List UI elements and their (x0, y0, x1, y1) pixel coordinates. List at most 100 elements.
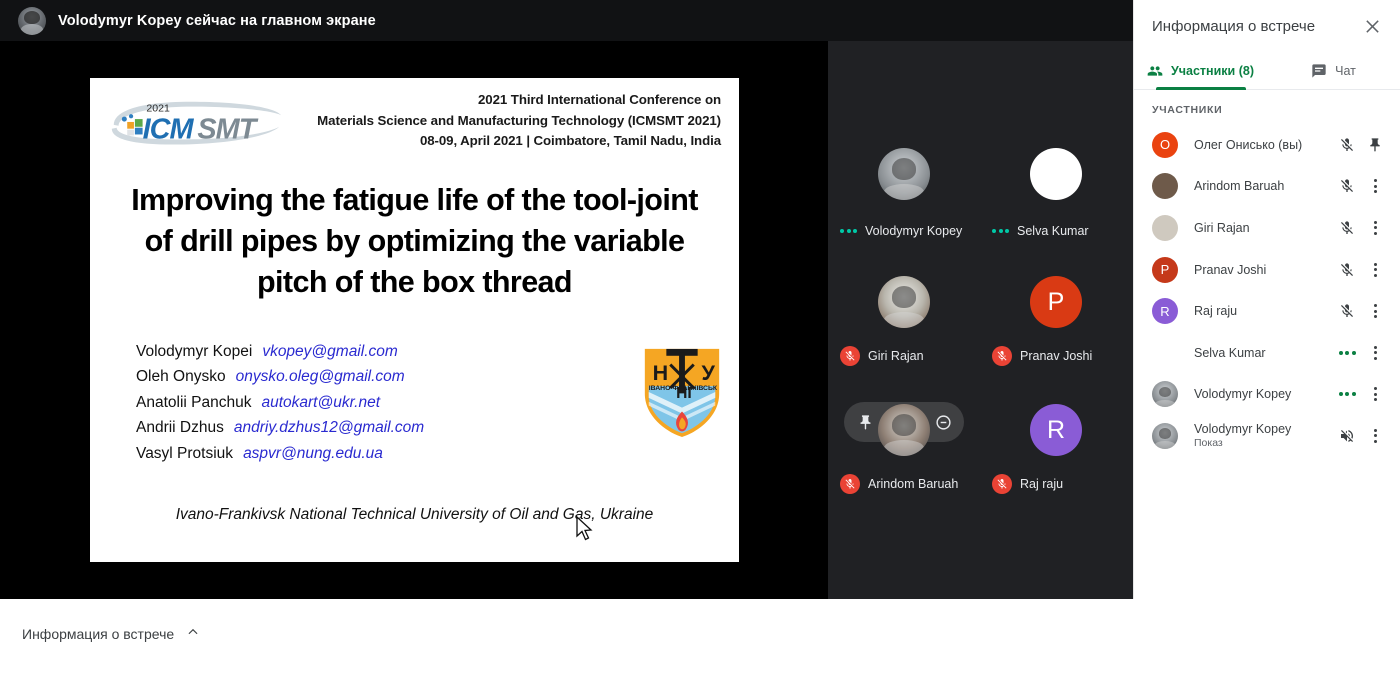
university-logo: Н У НГ ІВАНО-ФРАНКІВСЬК (637, 339, 729, 444)
tile-name-row: Raj raju (992, 474, 1063, 494)
participant-row[interactable]: Volodymyr Kopey (1134, 374, 1400, 416)
chevron-up-icon (186, 625, 200, 642)
participant-row[interactable]: Giri Rajan (1134, 207, 1400, 249)
author-email: vkopey@gmail.com (262, 343, 397, 360)
more-options-icon[interactable] (1362, 221, 1388, 235)
participant-name: Pranav Joshi (1178, 263, 1332, 277)
author-email: andriy.dzhus12@gmail.com (234, 419, 424, 436)
video-tile[interactable]: Volodymyr Kopey (828, 136, 980, 264)
video-tiles: Volodymyr Kopey Selva Kumar Giri Rajan P (828, 136, 1133, 520)
participant-avatar (1152, 381, 1178, 407)
video-tile[interactable]: Arindom Baruah (828, 392, 980, 520)
conference-line-3: 08-09, April 2021 | Coimbatore, Tamil Na… (289, 131, 721, 152)
speaker-off-icon[interactable] (1332, 428, 1362, 444)
tile-name: Pranav Joshi (1020, 349, 1092, 363)
video-tile[interactable]: P Pranav Joshi (980, 264, 1132, 392)
close-icon[interactable] (1358, 12, 1386, 40)
author-name: Andrii Dzhus (136, 419, 224, 436)
mic-off-icon[interactable] (1332, 137, 1362, 153)
video-tile[interactable]: Giri Rajan (828, 264, 980, 392)
participant-row[interactable]: Arindom Baruah (1134, 166, 1400, 208)
participant-avatar (1152, 340, 1178, 366)
icmsmt-logo: 2021 ICM SMT (104, 90, 289, 151)
mic-off-icon (840, 474, 860, 494)
tile-name-row: Volodymyr Kopey (840, 224, 962, 238)
participant-name: Volodymyr Kopey Показ (1178, 422, 1332, 450)
more-options-icon[interactable] (1362, 387, 1388, 401)
svg-text:ICM: ICM (143, 113, 195, 145)
participant-avatar: P (1152, 257, 1178, 283)
tab-participants[interactable]: Участники (8) (1134, 52, 1267, 89)
conference-line-2: Materials Science and Manufacturing Tech… (289, 111, 721, 132)
active-tab-indicator (1156, 87, 1246, 90)
tile-name: Giri Rajan (868, 349, 924, 363)
mic-off-icon[interactable] (1332, 262, 1362, 278)
participant-avatar: R (1152, 298, 1178, 324)
pin-icon[interactable] (1362, 137, 1388, 153)
speaking-indicator-icon (840, 229, 857, 233)
speaking-indicator-icon (1332, 392, 1362, 396)
more-options-icon[interactable] (1362, 346, 1388, 360)
pin-icon[interactable] (852, 409, 878, 435)
mic-off-icon[interactable] (1332, 220, 1362, 236)
more-options-icon[interactable] (1362, 429, 1388, 443)
slide-header: 2021 ICM SMT 2021 Third International Co… (90, 78, 739, 152)
speaking-indicator-icon (1332, 351, 1362, 355)
participant-name: Олег Онисько (вы) (1178, 138, 1332, 152)
participant-avatar: O (1152, 132, 1178, 158)
author-email: onysko.oleg@gmail.com (236, 368, 405, 385)
tile-name-row: Giri Rajan (840, 346, 924, 366)
video-tile[interactable]: Selva Kumar (980, 136, 1132, 264)
participant-row[interactable]: Selva Kumar (1134, 332, 1400, 374)
more-options-icon[interactable] (1362, 263, 1388, 277)
participant-name: Giri Rajan (1178, 221, 1332, 235)
sidebar-header: Информация о встрече (1134, 0, 1400, 52)
participant-avatar (1152, 173, 1178, 199)
meeting-info-label: Информация о встрече (22, 626, 174, 642)
slide-title-line-2: of drill pipes by optimizing the variabl… (96, 221, 733, 262)
author-entry: Oleh Onyskoonysko.oleg@gmail.com (136, 364, 637, 390)
participant-list: O Олег Онисько (вы) Arindom Baruah Giri … (1134, 124, 1400, 457)
tile-name-row: Pranav Joshi (992, 346, 1092, 366)
participant-row[interactable]: R Raj raju (1134, 290, 1400, 332)
people-icon (1147, 63, 1163, 79)
participant-name: Selva Kumar (1178, 346, 1332, 360)
meeting-details-sidebar: Информация о встрече Участники (8) Чат У… (1133, 0, 1400, 673)
shared-slide[interactable]: 2021 ICM SMT 2021 Third International Co… (90, 78, 739, 562)
participant-row[interactable]: P Pranav Joshi (1134, 249, 1400, 291)
presenting-announce-bar: Volodymyr Kopey сейчас на главном экране (0, 0, 1133, 41)
presenter-avatar (18, 7, 46, 35)
mic-off-icon (992, 346, 1012, 366)
tab-participants-label: Участники (8) (1171, 64, 1254, 78)
author-name: Volodymyr Kopei (136, 343, 252, 360)
svg-text:ІВАНО-ФРАНКІВСЬК: ІВАНО-ФРАНКІВСЬК (649, 385, 718, 392)
sidebar-title: Информация о встрече (1152, 18, 1358, 35)
tile-avatar (878, 404, 930, 456)
slide-title-line-3: pitch of the box thread (96, 262, 733, 303)
author-name: Vasyl Protsiuk (136, 445, 233, 462)
conference-line-1: 2021 Third International Conference on (289, 90, 721, 111)
participant-avatar (1152, 215, 1178, 241)
author-entry: Volodymyr Kopei vkopey@gmail.com (136, 339, 637, 365)
svg-text:Н: Н (653, 361, 669, 385)
video-tile[interactable]: R Raj raju (980, 392, 1132, 520)
meeting-info-button[interactable]: Информация о встрече (22, 625, 200, 642)
mic-off-icon[interactable] (1332, 303, 1362, 319)
tab-chat[interactable]: Чат (1267, 52, 1400, 89)
participant-row[interactable]: Volodymyr Kopey Показ (1134, 415, 1400, 457)
icmsmt-logo-icon: 2021 ICM SMT (104, 96, 286, 146)
mic-off-icon[interactable] (1332, 178, 1362, 194)
more-options-icon[interactable] (1362, 304, 1388, 318)
conference-info: 2021 Third International Conference on M… (289, 90, 729, 152)
remove-participant-icon[interactable] (930, 409, 956, 435)
author-list: Volodymyr Kopei vkopey@gmail.com Oleh Ony… (136, 339, 637, 467)
more-options-icon[interactable] (1362, 179, 1388, 193)
bottom-toolbar: Информация о встрече UK Украинский (Укра… (0, 599, 1400, 673)
participant-row[interactable]: O Олег Онисько (вы) (1134, 124, 1400, 166)
slide-affiliation: Ivano-Frankivsk National Technical Unive… (90, 506, 739, 524)
chat-icon (1311, 63, 1327, 79)
tile-name: Raj raju (1020, 477, 1063, 491)
svg-text:SMT: SMT (197, 113, 258, 145)
slide-title-line-1: Improving the fatigue life of the tool-j… (96, 180, 733, 221)
tile-name-row: Arindom Baruah (840, 474, 958, 494)
